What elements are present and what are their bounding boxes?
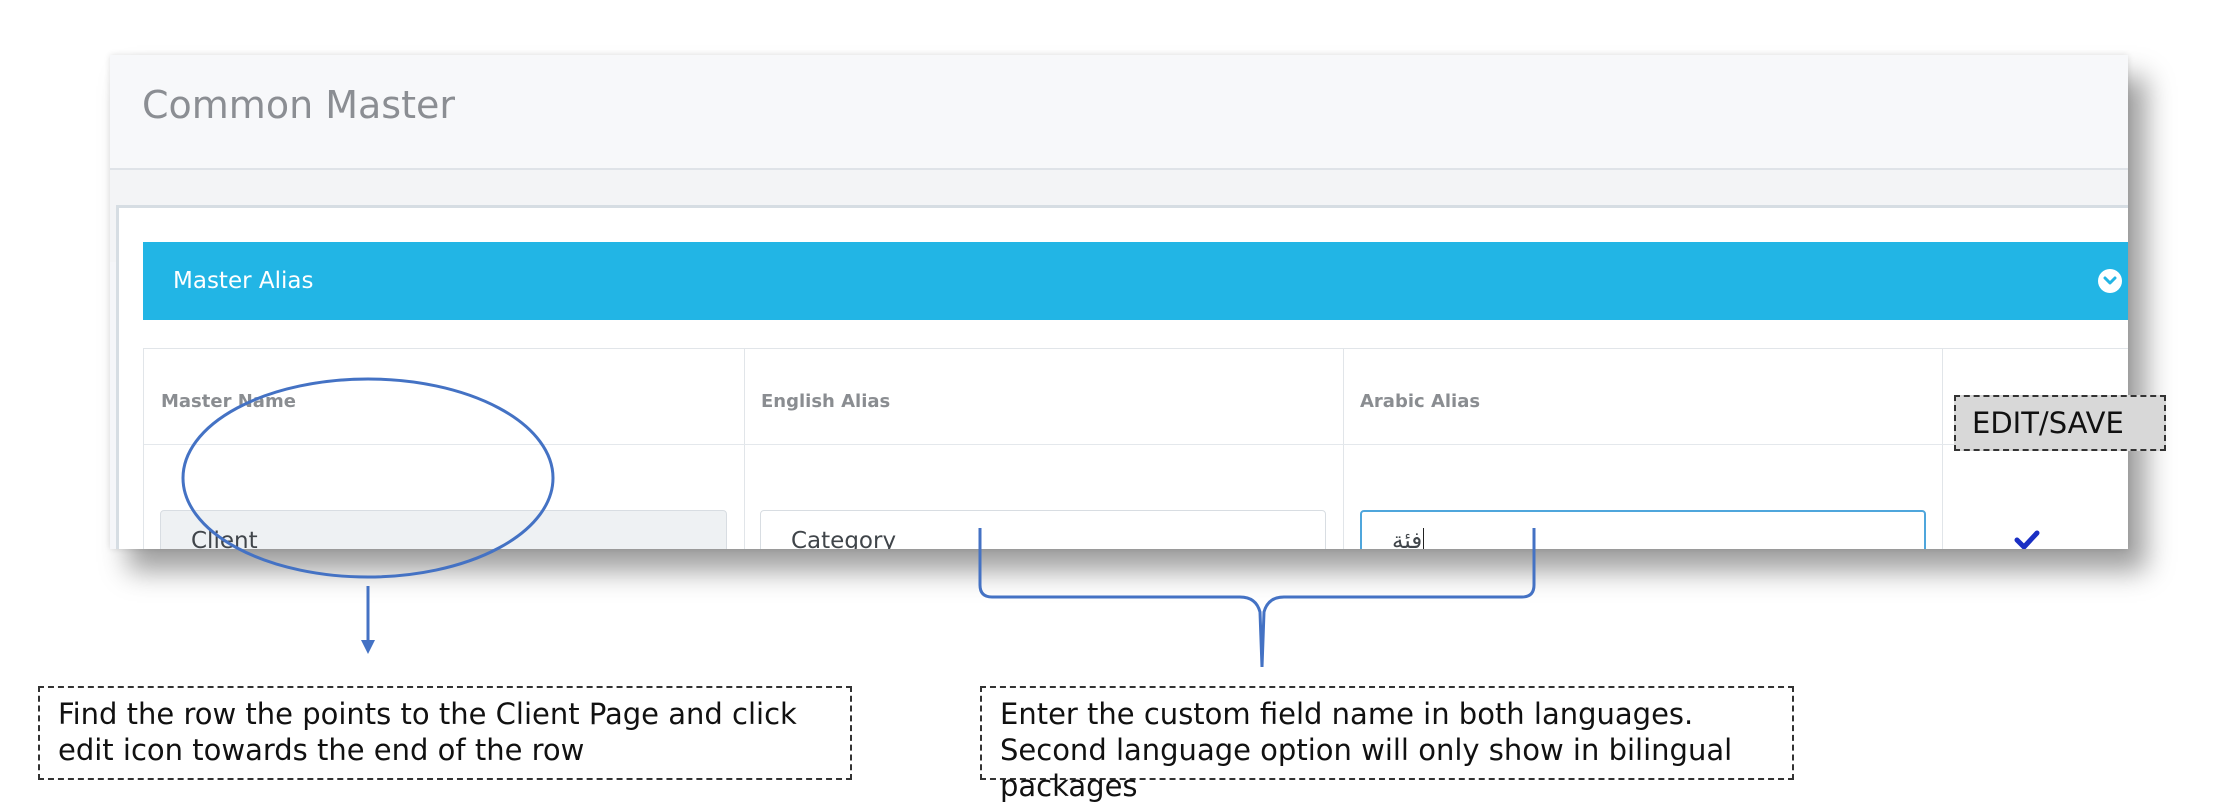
bilingual-alias-note: Enter the custom field name in both lang… bbox=[980, 686, 1794, 803]
edit-save-callout: EDIT/SAVE bbox=[1954, 395, 2166, 451]
highlight-ellipse bbox=[181, 377, 555, 579]
client-row-note: Find the row the points to the Client Pa… bbox=[38, 686, 852, 780]
arrow-head bbox=[361, 640, 375, 654]
curly-brace bbox=[978, 528, 1536, 668]
